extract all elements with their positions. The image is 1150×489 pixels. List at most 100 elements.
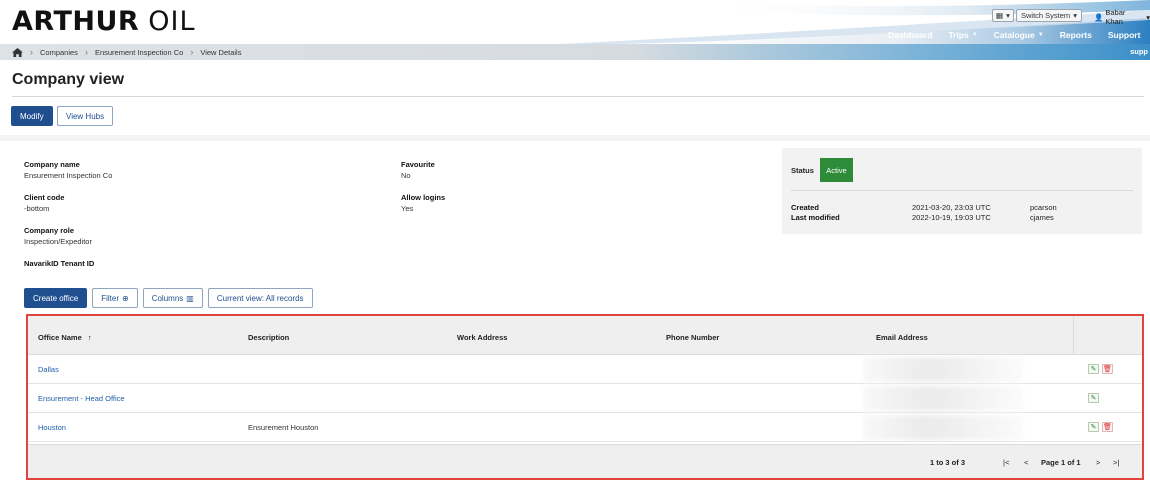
table-row[interactable]: Ensurement - Head Office ✎ [28, 384, 1142, 413]
chevron-down-icon: ▼ [1037, 32, 1044, 38]
breadcrumb: › Companies › Ensurement Inspection Co ›… [12, 47, 241, 57]
app-grid-icon: ▦ [996, 10, 1004, 20]
trash-icon[interactable]: 🗑 [1102, 422, 1113, 432]
chevron-right-icon: › [84, 47, 88, 57]
field-label: Client code [24, 193, 65, 202]
modify-button[interactable]: Modify [11, 106, 53, 126]
breadcrumb-bar: › Companies › Ensurement Inspection Co ›… [0, 44, 1150, 60]
previous-page-icon[interactable]: < [1024, 458, 1028, 467]
chevron-down-icon: ▾ [1146, 12, 1150, 22]
button-label: Create office [33, 293, 79, 303]
column-label: Office Name [38, 333, 82, 342]
office-name-link[interactable]: Dallas [38, 365, 59, 374]
nav-item-reports[interactable]: Reports [1052, 30, 1100, 40]
field-value: No [401, 171, 411, 180]
redacted-email [863, 357, 1023, 382]
filter-button[interactable]: Filter ⊕ [92, 288, 138, 308]
switch-system-dropdown[interactable]: Switch System ▾ [1016, 8, 1082, 22]
divider [791, 190, 1133, 191]
create-office-button[interactable]: Create office [24, 288, 88, 308]
created-by: pcarson [1030, 203, 1057, 212]
allow-logins-field: Allow logins Yes [401, 193, 445, 213]
last-page-icon[interactable]: >| [1113, 458, 1119, 467]
main-nav: Dashboard Trips ▼ Catalogue ▼ Reports Supp… [880, 30, 1148, 40]
offices-table: Office Name ↑ Description Work Address P… [26, 314, 1144, 480]
logo-bold-text: ARTHUR [12, 6, 140, 37]
support-link-truncated[interactable]: supp [1130, 47, 1148, 56]
home-icon[interactable] [12, 47, 23, 57]
nav-label: Trips [948, 30, 969, 40]
breadcrumb-company[interactable]: Ensurement Inspection Co [95, 48, 183, 57]
company-name-field: Company name Ensurement Inspection Co [24, 160, 112, 180]
app-grid-dropdown[interactable]: ▦ ▾ [992, 8, 1014, 22]
field-label: NavarikID Tenant ID [24, 259, 95, 268]
client-code-field: Client code -bottom [24, 193, 64, 213]
field-label: Company role [24, 226, 75, 235]
user-menu[interactable]: 👤 Babar Khan ▾ [1094, 8, 1150, 26]
nav-item-support[interactable]: Support [1100, 30, 1149, 40]
table-header: Office Name ↑ Description Work Address P… [28, 316, 1142, 355]
logo-thin-text: OIL [148, 6, 196, 37]
column-header-office-name[interactable]: Office Name ↑ [38, 333, 92, 342]
office-name-link[interactable]: Ensurement - Head Office [38, 394, 125, 403]
current-view-button[interactable]: Current view: All records [207, 288, 313, 308]
columns-icon: ▥ [186, 293, 194, 303]
company-role-field: Company role Inspection/Expeditor [24, 226, 92, 246]
chevron-down-icon: ▼ [971, 32, 978, 38]
status-panel: Status Active Created 2021-03-20, 23:03 … [782, 148, 1142, 234]
chevron-right-icon: › [190, 47, 194, 57]
column-header-description[interactable]: Description [248, 333, 289, 342]
pagination-summary: 1 to 3 of 3 [930, 458, 966, 467]
column-header-email-address[interactable]: Email Address [876, 333, 928, 342]
app-header: ARTHUR OIL ▦ ▾ Switch System ▾ 👤 Babar K… [0, 0, 1150, 44]
breadcrumb-companies[interactable]: Companies [40, 48, 78, 57]
table-row[interactable]: Dallas ✎ 🗑 [28, 355, 1142, 384]
edit-icon[interactable]: ✎ [1088, 364, 1099, 374]
nav-item-trips[interactable]: Trips ▼ [940, 30, 985, 40]
office-name-link[interactable]: Houston [38, 423, 66, 432]
field-label: Favourite [401, 160, 435, 169]
table-pagination: 1 to 3 of 3 |< < Page 1 of 1 > >| [28, 444, 1142, 478]
nav-label: Reports [1059, 30, 1092, 40]
trash-icon[interactable]: 🗑 [1102, 364, 1113, 374]
field-value: Yes [401, 204, 414, 213]
chevron-down-icon: ▾ [1006, 10, 1010, 20]
divider [12, 96, 1144, 97]
office-description: Ensurement Houston [248, 423, 319, 432]
favourite-field: Favourite No [401, 160, 435, 180]
status-label: Status [791, 166, 814, 175]
table-toolbar: Create office Filter ⊕ Columns ▥ Current v… [24, 288, 313, 308]
edit-icon[interactable]: ✎ [1088, 393, 1099, 403]
columns-button[interactable]: Columns ▥ [142, 288, 203, 308]
button-label: Columns [151, 293, 184, 303]
user-name: Babar Khan [1105, 8, 1126, 26]
next-page-icon[interactable]: > [1096, 458, 1100, 467]
field-label: Company name [24, 160, 80, 169]
edit-icon[interactable]: ✎ [1088, 422, 1099, 432]
filter-plus-icon: ⊕ [122, 293, 129, 303]
tenant-id-field: NavarikID Tenant ID [24, 259, 94, 270]
first-page-icon[interactable]: |< [1003, 458, 1009, 467]
column-header-work-address[interactable]: Work Address [457, 333, 507, 342]
switch-system-label: Switch System [1021, 10, 1071, 20]
view-hubs-button[interactable]: View Hubs [57, 106, 114, 126]
page-indicator: Page 1 of 1 [1041, 458, 1081, 467]
field-value: -bottom [24, 204, 50, 213]
user-icon: 👤 [1094, 12, 1104, 22]
nav-item-catalogue[interactable]: Catalogue ▼ [986, 30, 1052, 40]
chevron-down-icon: ▾ [1073, 10, 1077, 20]
nav-label: Support [1107, 30, 1141, 40]
modified-timestamp: 2022-10-19, 19:03 UTC [912, 213, 991, 222]
created-timestamp: 2021-03-20, 23:03 UTC [912, 203, 991, 212]
arthur-oil-logo[interactable]: ARTHUR OIL [12, 6, 196, 37]
status-badge: Active [820, 158, 853, 182]
divider [1073, 316, 1074, 355]
redacted-email [863, 386, 1023, 411]
nav-label: Catalogue [993, 30, 1035, 40]
nav-item-dashboard[interactable]: Dashboard [880, 30, 940, 40]
redacted-email [863, 415, 1023, 440]
field-label: Allow logins [401, 193, 446, 202]
table-row[interactable]: Houston Ensurement Houston ✎ 🗑 [28, 413, 1142, 442]
column-header-phone-number[interactable]: Phone Number [666, 333, 719, 342]
created-label: Created [791, 203, 819, 212]
